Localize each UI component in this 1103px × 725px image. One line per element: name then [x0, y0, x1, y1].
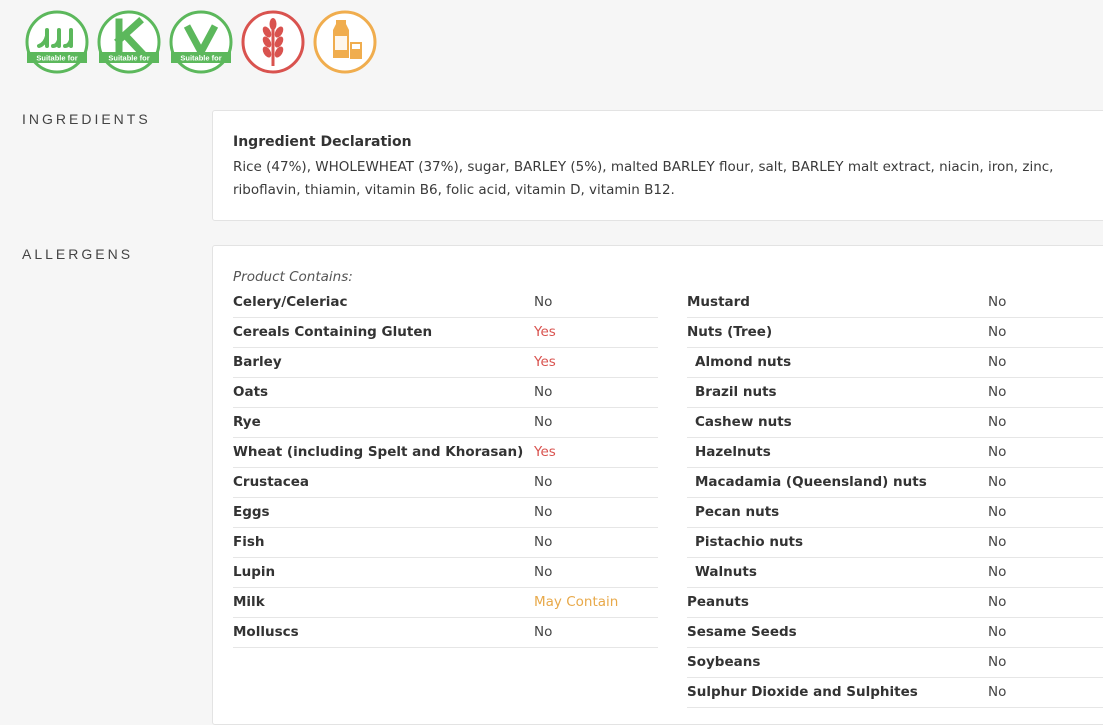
allergen-name: Pistachio nuts: [695, 534, 804, 550]
allergen-name: Rye: [233, 414, 261, 430]
allergen-value: No: [534, 384, 553, 400]
ingredients-panel: Ingredient Declaration Rice (47%), WHOLE…: [212, 110, 1103, 221]
allergen-name: Brazil nuts: [695, 384, 777, 400]
halal-icon: Suitable for: [25, 10, 89, 74]
allergen-row: Cashew nuts No: [687, 408, 1103, 438]
allergen-name: Crustacea: [233, 474, 310, 490]
allergen-name: Hazelnuts: [695, 444, 771, 460]
allergen-value: No: [988, 474, 1007, 490]
allergen-value: No: [534, 564, 553, 580]
allergen-name: Wheat (including Spelt and Khorasan): [233, 444, 524, 460]
allergen-row: Wheat (including Spelt and Khorasan) Yes: [233, 438, 658, 468]
allergen-name: Nuts (Tree): [687, 324, 773, 340]
allergen-value: No: [534, 294, 553, 310]
product-contains-label: Product Contains:: [233, 269, 353, 285]
allergen-row: Pecan nuts No: [687, 498, 1103, 528]
allergen-name: Barley: [233, 354, 282, 370]
allergen-name: Mustard: [687, 294, 750, 310]
allergen-row: Soybeans No: [687, 648, 1103, 678]
allergen-row: Oats No: [233, 378, 658, 408]
allergen-row: Sulphur Dioxide and Sulphites No: [687, 678, 1103, 708]
svg-text:Suitable for: Suitable for: [180, 54, 221, 63]
allergens-left-column: Celery/Celeriac No Cereals Containing Glut…: [233, 288, 658, 648]
allergen-row: Walnuts No: [687, 558, 1103, 588]
kosher-icon: Suitable for: [97, 10, 161, 74]
allergen-value: No: [534, 414, 553, 430]
allergen-value: No: [988, 534, 1007, 550]
allergen-value: May Contain: [534, 594, 619, 610]
allergen-value: No: [534, 474, 553, 490]
allergen-name: Soybeans: [687, 654, 761, 670]
gluten-icon: [241, 10, 305, 74]
allergen-name: Pecan nuts: [695, 504, 780, 520]
allergen-row: Macadamia (Queensland) nuts No: [687, 468, 1103, 498]
allergen-value: Yes: [534, 354, 556, 370]
allergen-row: Lupin No: [233, 558, 658, 588]
allergen-value: No: [988, 504, 1007, 520]
allergen-value: No: [988, 624, 1007, 640]
ingredients-section-label: INGREDIENTS: [22, 111, 151, 127]
allergen-row: Nuts (Tree) No: [687, 318, 1103, 348]
allergen-name: Peanuts: [687, 594, 749, 610]
allergen-row: Peanuts No: [687, 588, 1103, 618]
allergen-value: No: [988, 354, 1007, 370]
allergen-name: Macadamia (Queensland) nuts: [695, 474, 927, 490]
allergen-value: No: [988, 654, 1007, 670]
allergen-value: No: [988, 444, 1007, 460]
allergen-row: Celery/Celeriac No: [233, 288, 658, 318]
allergen-row: Mustard No: [687, 288, 1103, 318]
declaration-text: Rice (47%), WHOLEWHEAT (37%), sugar, BAR…: [233, 159, 1054, 198]
allergens-section-label: ALLERGENS: [22, 246, 134, 262]
allergen-name: Cereals Containing Gluten: [233, 324, 433, 340]
allergen-name: Oats: [233, 384, 269, 400]
allergen-row: Pistachio nuts No: [687, 528, 1103, 558]
allergen-value: No: [534, 504, 553, 520]
allergen-row: Barley Yes: [233, 348, 658, 378]
allergens-panel: Product Contains: Celery/Celeriac No Cerea…: [212, 245, 1103, 725]
allergen-row: Almond nuts No: [687, 348, 1103, 378]
allergen-name: Sulphur Dioxide and Sulphites: [687, 684, 918, 700]
allergen-value: No: [988, 324, 1007, 340]
allergen-row: Fish No: [233, 528, 658, 558]
allergen-name: Lupin: [233, 564, 276, 580]
allergen-value: No: [988, 684, 1007, 700]
allergen-value: Yes: [534, 444, 556, 460]
svg-text:Suitable for: Suitable for: [108, 54, 149, 63]
milk-icon: [313, 10, 377, 74]
allergen-value: No: [988, 414, 1007, 430]
allergens-right-column: Mustard No Nuts (Tree) No Almond nuts No Brazi…: [687, 288, 1103, 708]
allergen-value: No: [988, 294, 1007, 310]
allergen-name: Sesame Seeds: [687, 624, 797, 640]
svg-text:Suitable for: Suitable for: [36, 54, 77, 63]
allergen-value: No: [988, 564, 1007, 580]
allergen-value: Yes: [534, 324, 556, 340]
allergen-name: Celery/Celeriac: [233, 294, 348, 310]
allergen-row: Cereals Containing Gluten Yes: [233, 318, 658, 348]
allergen-row: Brazil nuts No: [687, 378, 1103, 408]
allergen-value: No: [534, 534, 553, 550]
allergen-name: Cashew nuts: [695, 414, 792, 430]
allergen-row: Sesame Seeds No: [687, 618, 1103, 648]
declaration-title: Ingredient Declaration: [233, 134, 412, 150]
allergen-row: Milk May Contain: [233, 588, 658, 618]
allergen-name: Milk: [233, 594, 265, 610]
vegetarian-icon: Suitable for: [169, 10, 233, 74]
allergen-name: Eggs: [233, 504, 270, 520]
allergen-name: Molluscs: [233, 624, 299, 640]
allergen-row: Rye No: [233, 408, 658, 438]
allergen-value: No: [988, 384, 1007, 400]
allergen-row: Crustacea No: [233, 468, 658, 498]
allergen-name: Almond nuts: [695, 354, 792, 370]
allergen-name: Walnuts: [695, 564, 757, 580]
allergen-name: Fish: [233, 534, 265, 550]
allergen-value: No: [534, 624, 553, 640]
allergen-row: Hazelnuts No: [687, 438, 1103, 468]
allergen-value: No: [988, 594, 1007, 610]
allergen-row: Eggs No: [233, 498, 658, 528]
allergen-row: Molluscs No: [233, 618, 658, 648]
